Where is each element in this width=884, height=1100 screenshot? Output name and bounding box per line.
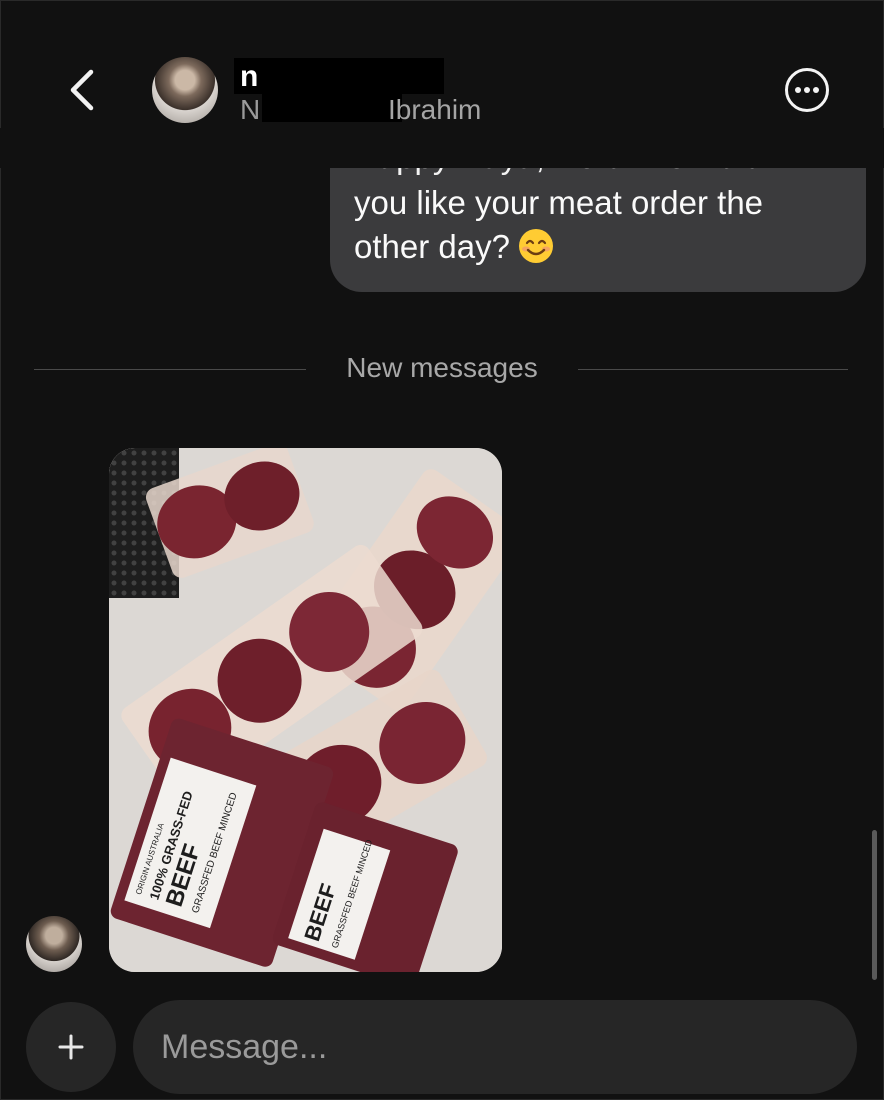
message-input[interactable] (133, 1000, 857, 1094)
divider-line-left (34, 369, 306, 370)
header-overlay (0, 128, 884, 168)
smiling-face-emoji (518, 229, 553, 263)
meat-order-photo: 100% GRASS-FED BEEF GRASSFED BEEF MINCED… (109, 448, 502, 972)
more-options-button[interactable] (785, 68, 829, 112)
scrollbar[interactable] (872, 830, 877, 980)
contact-subtitle: N Ibrahim (240, 92, 540, 128)
subtitle-visible-start: N (240, 94, 261, 125)
new-messages-divider: New messages (346, 352, 538, 383)
back-button[interactable] (58, 62, 106, 118)
plus-icon (58, 1034, 84, 1060)
message-line-2-text: other day? (354, 228, 510, 265)
message-line-1: you like your meat order the (354, 184, 764, 221)
received-photo[interactable]: 100% GRASS-FED BEEF GRASSFED BEEF MINCED… (109, 448, 502, 972)
contact-avatar-small[interactable] (26, 916, 82, 972)
message-line-2: other day? (354, 228, 554, 266)
divider-line-right (578, 369, 848, 370)
contact-avatar[interactable] (152, 57, 218, 123)
subtitle-redaction (262, 92, 402, 122)
contact-name-visible: n (240, 60, 259, 93)
subtitle-visible-end: Ibrahim (388, 94, 482, 125)
chevron-left-icon (70, 69, 94, 111)
more-horizontal-icon (795, 87, 819, 93)
add-attachment-button[interactable] (26, 1002, 116, 1092)
name-redaction (234, 58, 444, 94)
